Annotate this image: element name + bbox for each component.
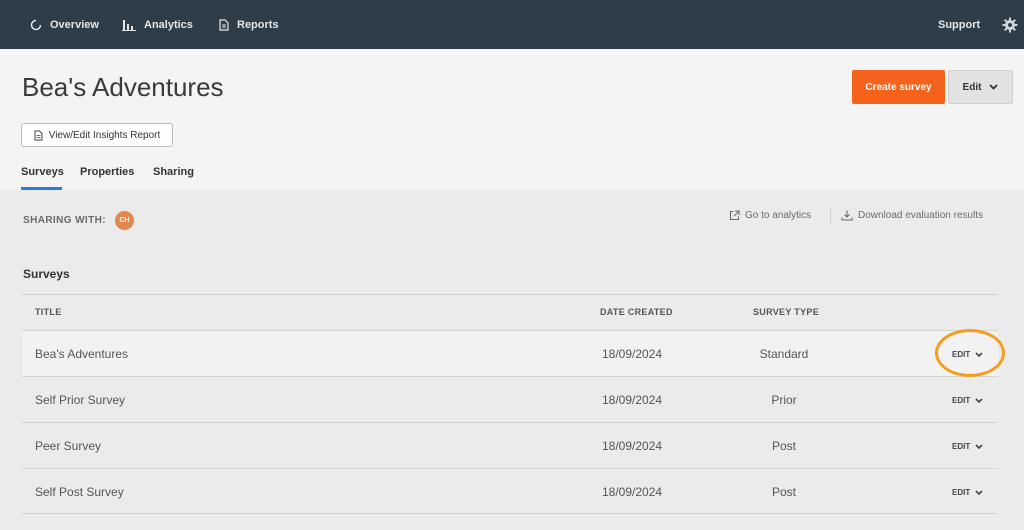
survey-type: Post (771, 485, 796, 499)
survey-type: Prior (771, 393, 797, 407)
column-header-title: TITLE (35, 307, 62, 317)
link-divider (830, 209, 831, 224)
nav-reports[interactable]: Reports (219, 0, 279, 49)
nav-support-label: Support (938, 18, 981, 31)
row-edit-button[interactable]: EDIT (952, 377, 983, 423)
insights-report-button[interactable]: View/Edit Insights Report (21, 123, 173, 147)
survey-title[interactable]: Peer Survey (35, 423, 101, 469)
chevron-down-icon (975, 489, 983, 495)
avatar[interactable]: CH (115, 211, 134, 230)
survey-type: Post (771, 439, 796, 453)
document-icon (219, 18, 229, 31)
page-title: Bea's Adventures (22, 72, 224, 102)
table-row: Peer Survey 18/09/2024 Post EDIT (22, 422, 998, 468)
tab-sharing[interactable]: Sharing (153, 166, 194, 178)
nav-support[interactable]: Support (938, 0, 980, 49)
section-title: Surveys (23, 267, 70, 281)
survey-date: 18/09/2024 (602, 347, 663, 361)
document-icon (34, 130, 43, 140)
go-to-analytics-link[interactable]: Go to analytics (729, 210, 811, 221)
table-row: Self Prior Survey 18/09/2024 Prior EDIT (22, 376, 998, 422)
survey-date: 18/09/2024 (602, 485, 663, 499)
survey-date: 18/09/2024 (602, 393, 663, 407)
insights-report-label: View/Edit Insights Report (48, 129, 161, 141)
nav-analytics-label: Analytics (144, 18, 193, 31)
nav-reports-label: Reports (237, 18, 279, 31)
refresh-icon (30, 19, 42, 30)
create-survey-button[interactable]: Create survey (852, 70, 945, 104)
column-header-type: SURVEY TYPE (753, 307, 819, 317)
survey-title[interactable]: Self Post Survey (35, 469, 124, 515)
table-row: Self Post Survey 18/09/2024 Post EDIT (22, 468, 998, 514)
table-row: Bea's Adventures 18/09/2024 Standard EDI… (22, 330, 998, 376)
nav-overview-label: Overview (50, 18, 99, 31)
survey-type: Standard (759, 347, 809, 361)
chevron-down-icon (975, 351, 983, 357)
download-icon (841, 210, 853, 221)
edit-button-label: Edit (962, 81, 982, 93)
sharing-with-label: SHARING WITH: (23, 215, 106, 226)
row-edit-label: EDIT (952, 395, 971, 405)
download-results-label: Download evaluation results (858, 210, 984, 221)
row-edit-label: EDIT (952, 441, 971, 451)
row-edit-label: EDIT (952, 487, 971, 497)
row-edit-label: EDIT (952, 349, 971, 359)
chevron-down-icon (975, 443, 983, 449)
download-results-link[interactable]: Download evaluation results (841, 210, 983, 221)
tab-properties[interactable]: Properties (80, 166, 134, 178)
nav-overview[interactable]: Overview (30, 0, 99, 49)
gear-icon (1002, 17, 1018, 32)
row-edit-button[interactable]: EDIT (952, 331, 983, 377)
row-edit-button[interactable]: EDIT (952, 423, 983, 469)
chevron-down-icon (975, 397, 983, 403)
nav-analytics[interactable]: Analytics (122, 0, 193, 49)
row-edit-button[interactable]: EDIT (952, 469, 983, 515)
survey-title[interactable]: Self Prior Survey (35, 377, 125, 423)
go-to-analytics-label: Go to analytics (745, 210, 812, 221)
tab-surveys[interactable]: Surveys (21, 166, 64, 178)
survey-title[interactable]: Bea's Adventures (35, 331, 128, 377)
survey-date: 18/09/2024 (602, 439, 663, 453)
edit-dropdown-button[interactable]: Edit (948, 70, 1013, 104)
top-nav-bar: Overview Analytics Reports Support (0, 0, 1024, 49)
column-header-date: DATE CREATED (600, 307, 673, 317)
bar-chart-icon (122, 19, 136, 31)
external-link-icon (729, 210, 740, 221)
table-divider (22, 294, 998, 295)
settings-button[interactable] (1002, 0, 1018, 49)
chevron-down-icon (989, 84, 999, 90)
